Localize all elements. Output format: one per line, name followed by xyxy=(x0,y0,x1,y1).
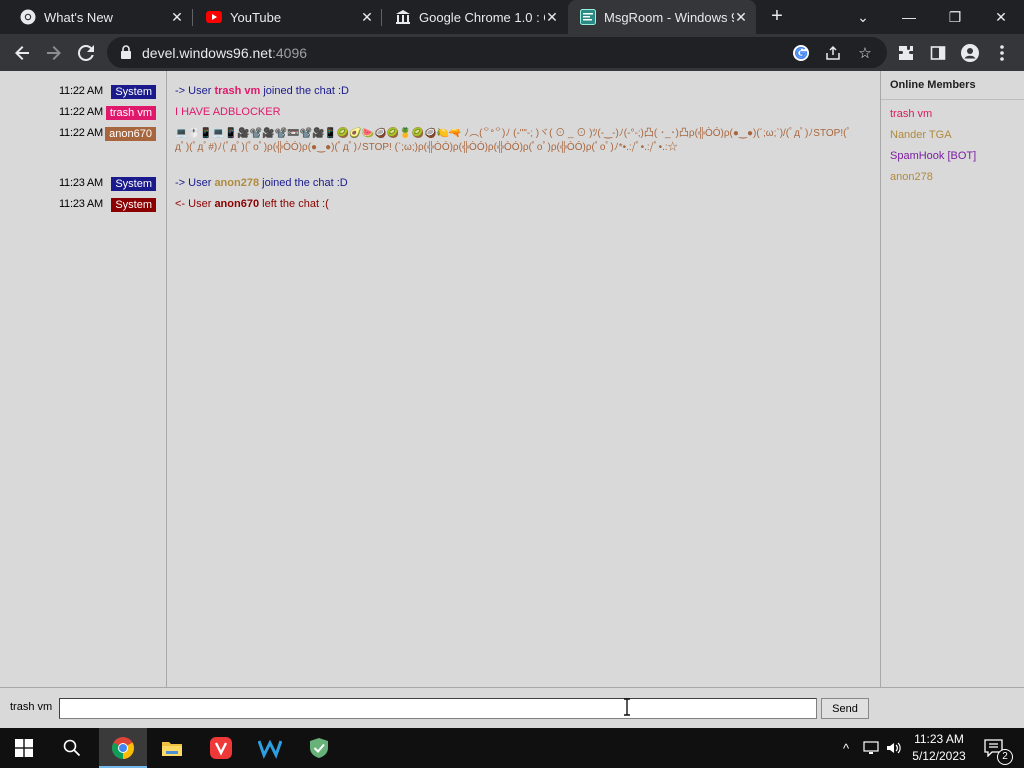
message-time: 11:22 AM xyxy=(58,106,103,118)
url-text: devel.windows96.net:4096 xyxy=(142,45,307,61)
message-text: I HAVE ADBLOCKER xyxy=(175,106,281,118)
message-fragment: joined the chat :D xyxy=(259,177,348,189)
tab-close-icon[interactable]: ✕ xyxy=(545,9,559,25)
message-input-bar: trash vm Send xyxy=(0,687,1024,728)
message-time: 11:22 AM xyxy=(58,127,103,139)
message-username: anon670 xyxy=(214,198,260,210)
message-username: anon278 xyxy=(214,177,260,189)
msgroom-icon xyxy=(580,9,596,25)
tab-title: YouTube xyxy=(230,9,282,25)
message-fragment: -> User xyxy=(175,177,215,189)
message-user-badge[interactable]: System xyxy=(111,198,156,212)
vivaldi-icon[interactable] xyxy=(197,728,245,768)
tab-search-chevron-icon[interactable]: ⌄ xyxy=(840,0,886,34)
vscode-icon[interactable] xyxy=(246,728,294,768)
message-user-badge[interactable]: trash vm xyxy=(105,106,156,120)
member-item[interactable]: trash vm xyxy=(890,108,932,121)
message-time: 11:23 AM xyxy=(58,198,103,210)
chrome-icon xyxy=(20,9,36,25)
url-host: devel.windows96.net xyxy=(142,45,272,61)
message-time: 11:23 AM xyxy=(58,177,103,189)
tab-whats-new[interactable]: What's New ✕ xyxy=(0,0,192,34)
message-user-badge[interactable]: System xyxy=(111,177,156,191)
reload-icon[interactable] xyxy=(73,40,99,66)
message-fragment: -> User xyxy=(175,85,215,97)
network-icon[interactable] xyxy=(860,728,882,768)
message-username: trash vm xyxy=(214,85,261,97)
msgroom-page: 11:22 AM System -> User trash vm joined … xyxy=(0,71,1024,728)
message-text: <- User anon670 left the chat :( xyxy=(175,198,865,211)
museum-icon xyxy=(395,9,411,25)
adguard-icon[interactable] xyxy=(295,728,343,768)
member-item[interactable]: Nander TGA xyxy=(890,129,952,142)
system-clock[interactable]: 11:23 AM 5/12/2023 xyxy=(900,731,978,765)
current-nickname[interactable]: trash vm xyxy=(10,701,52,713)
message-text: 💻🖱️📱💻📱🎥📽️🎥📽️📼📽️🎥📱🥝🥑🍉🥥🥝🍍🥝🥥🍋🔫 ﾉ︵(꒪ᐤ꒪)ﾉ (-"… xyxy=(175,128,852,153)
chrome-taskbar-icon[interactable] xyxy=(99,728,147,768)
send-button[interactable]: Send xyxy=(821,698,869,719)
address-bar[interactable]: devel.windows96.net:4096 ☆ xyxy=(107,37,887,68)
members-title: Online Members xyxy=(890,79,976,91)
tab-title: What's New xyxy=(44,9,113,25)
side-panel-icon[interactable] xyxy=(925,40,951,66)
forward-arrow-icon[interactable] xyxy=(41,40,67,66)
message-fragment: <- User xyxy=(175,198,215,210)
message-text: -> User trash vm joined the chat :D xyxy=(175,85,865,98)
clock-time: 11:23 AM xyxy=(914,732,964,746)
message-user-badge[interactable]: System xyxy=(111,85,156,99)
tab-google-chrome[interactable]: Google Chrome 1.0 : G ✕ xyxy=(375,0,567,34)
tab-close-icon[interactable]: ✕ xyxy=(734,9,748,25)
notification-count-badge: 2 xyxy=(997,749,1013,765)
tab-close-icon[interactable]: ✕ xyxy=(170,9,184,25)
tab-title: MsgRoom - Windows 9 xyxy=(604,9,734,25)
tab-title: Google Chrome 1.0 : G xyxy=(419,9,545,25)
back-arrow-icon[interactable] xyxy=(9,40,35,66)
clock-date: 5/12/2023 xyxy=(912,749,966,763)
tab-msgroom[interactable]: MsgRoom - Windows 9 ✕ xyxy=(568,0,756,34)
message-time: 11:22 AM xyxy=(58,85,103,97)
notification-center-icon[interactable]: 2 xyxy=(980,728,1013,768)
browser-toolbar: devel.windows96.net:4096 ☆ xyxy=(0,34,1024,71)
browser-menu-icon[interactable] xyxy=(989,40,1015,66)
youtube-icon xyxy=(206,9,222,25)
bookmark-star-icon[interactable]: ☆ xyxy=(855,43,875,63)
chat-log[interactable]: 11:22 AM System -> User trash vm joined … xyxy=(0,71,880,687)
message-fragment: left the chat :( xyxy=(259,198,329,210)
member-item[interactable]: anon278 xyxy=(890,171,933,184)
tab-close-icon[interactable]: ✕ xyxy=(360,9,374,25)
windows-start-icon[interactable] xyxy=(0,728,48,768)
message-fragment: joined the chat :D xyxy=(260,85,349,97)
tab-youtube[interactable]: YouTube ✕ xyxy=(186,0,382,34)
tab-strip: What's New ✕ YouTube ✕ Google Chrome 1.0… xyxy=(0,0,1024,34)
profile-avatar-icon[interactable] xyxy=(957,40,983,66)
extensions-puzzle-icon[interactable] xyxy=(893,40,919,66)
new-tab-button[interactable]: + xyxy=(766,5,788,27)
file-explorer-icon[interactable] xyxy=(148,728,196,768)
url-port: :4096 xyxy=(271,45,308,61)
text-cursor-icon xyxy=(622,698,632,716)
tray-chevron-icon[interactable]: ^ xyxy=(836,728,856,768)
lock-icon[interactable] xyxy=(119,45,133,59)
online-members-panel: Online Members trash vm Nander TGA SpamH… xyxy=(880,71,1024,687)
share-icon[interactable] xyxy=(823,43,843,63)
message-input[interactable] xyxy=(59,698,817,719)
search-icon[interactable] xyxy=(48,728,96,768)
message-user-badge[interactable]: anon670 xyxy=(105,127,156,141)
minimize-button[interactable]: — xyxy=(886,0,932,34)
user-column-divider xyxy=(0,71,167,687)
member-item[interactable]: SpamHook [BOT] xyxy=(890,150,976,163)
restore-button[interactable]: ❐ xyxy=(932,0,978,34)
google-lens-icon[interactable] xyxy=(791,43,811,63)
message-text: -> User anon278 joined the chat :D xyxy=(175,177,865,190)
close-window-button[interactable]: ✕ xyxy=(978,0,1024,34)
members-divider xyxy=(881,99,1024,100)
windows-taskbar: ^ 11:23 AM 5/12/2023 2 xyxy=(0,728,1024,768)
